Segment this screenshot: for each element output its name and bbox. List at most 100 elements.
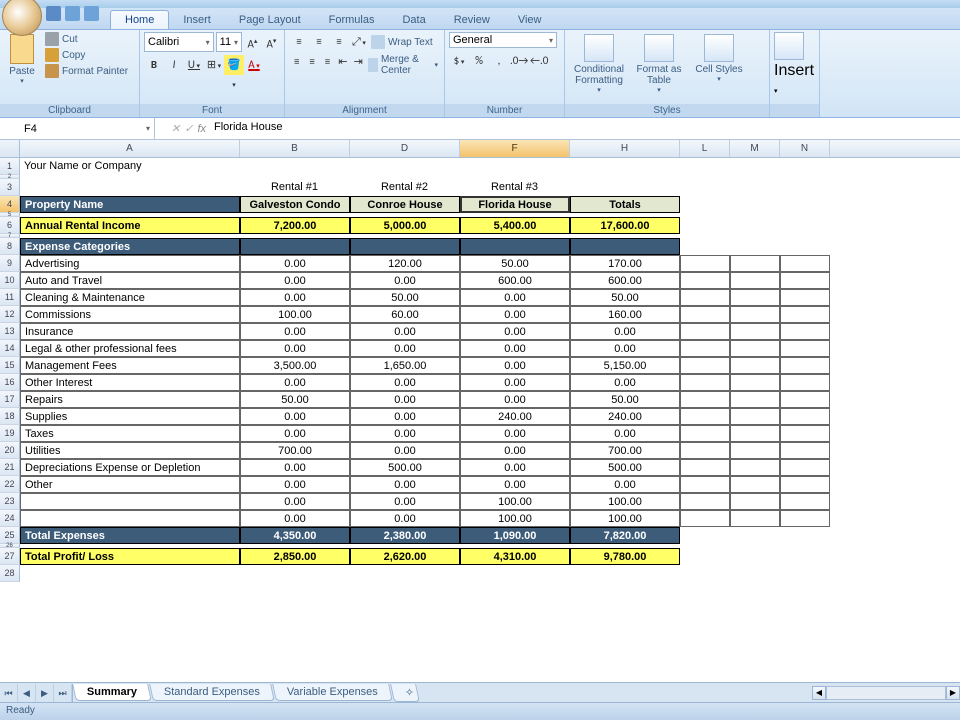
cell[interactable]	[780, 255, 830, 272]
cell[interactable]: 7,200.00	[240, 217, 350, 234]
cell[interactable]	[460, 565, 570, 582]
formula-bar[interactable]: Florida House	[210, 118, 960, 139]
shrink-font-button[interactable]: A▾	[263, 32, 280, 52]
worksheet-grid[interactable]: A B D F H L M N 1Your Name or Company23R…	[0, 140, 960, 678]
cell[interactable]	[730, 158, 780, 175]
number-format-combo[interactable]: General	[449, 32, 557, 48]
underline-button[interactable]: U	[184, 55, 204, 75]
cell[interactable]	[780, 565, 830, 582]
cell[interactable]: Taxes	[20, 425, 240, 442]
cell[interactable]	[460, 158, 570, 175]
ribbon-tab-formulas[interactable]: Formulas	[315, 11, 389, 29]
row-header[interactable]: 25	[0, 527, 20, 544]
cell[interactable]	[680, 374, 730, 391]
cell[interactable]	[780, 476, 830, 493]
row-header[interactable]: 22	[0, 476, 20, 493]
ribbon-tab-view[interactable]: View	[504, 11, 556, 29]
cell[interactable]	[730, 374, 780, 391]
cell[interactable]	[730, 565, 780, 582]
cell[interactable]: 0.00	[350, 272, 460, 289]
save-icon[interactable]	[46, 6, 61, 21]
col-header[interactable]: D	[350, 140, 460, 157]
row-header[interactable]: 23	[0, 493, 20, 510]
cell[interactable]: 0.00	[350, 476, 460, 493]
row-header[interactable]: 28	[0, 565, 20, 582]
cell[interactable]: 0.00	[240, 374, 350, 391]
cell[interactable]: 0.00	[460, 340, 570, 357]
scroll-right-button[interactable]: ▶	[946, 686, 960, 700]
cell[interactable]: 100.00	[240, 306, 350, 323]
cell[interactable]: 0.00	[460, 374, 570, 391]
fill-color-button[interactable]: 🪣	[224, 55, 244, 75]
cell[interactable]	[680, 158, 730, 175]
align-bottom-button[interactable]: ≡	[329, 32, 349, 52]
wrap-text-button[interactable]: Wrap Text	[369, 32, 435, 52]
cell[interactable]	[780, 196, 830, 213]
redo-icon[interactable]	[84, 6, 99, 21]
cell[interactable]: 170.00	[570, 255, 680, 272]
ribbon-tab-review[interactable]: Review	[440, 11, 504, 29]
cell[interactable]: Legal & other professional fees	[20, 340, 240, 357]
paste-button[interactable]: Paste ▾	[4, 32, 40, 96]
row-header[interactable]: 21	[0, 459, 20, 476]
cell[interactable]: 0.00	[460, 425, 570, 442]
cell[interactable]	[780, 179, 830, 196]
cell[interactable]	[730, 323, 780, 340]
col-header[interactable]: F	[460, 140, 570, 157]
cell[interactable]: Rental #1	[240, 179, 350, 196]
inc-decimal-button[interactable]: .0→	[509, 51, 529, 71]
cell[interactable]	[780, 510, 830, 527]
cell[interactable]	[680, 510, 730, 527]
cell[interactable]	[240, 565, 350, 582]
cell[interactable]: 0.00	[350, 493, 460, 510]
row-header[interactable]: 24	[0, 510, 20, 527]
cell[interactable]: 4,350.00	[240, 527, 350, 544]
select-all-button[interactable]	[0, 140, 20, 157]
cell[interactable]: 600.00	[570, 272, 680, 289]
col-header[interactable]: M	[730, 140, 780, 157]
cell[interactable]	[730, 476, 780, 493]
cell[interactable]: 0.00	[240, 493, 350, 510]
cell[interactable]: 0.00	[240, 255, 350, 272]
border-button[interactable]: ⊞	[204, 55, 224, 75]
cell[interactable]: 0.00	[460, 306, 570, 323]
cell[interactable]: 3,500.00	[240, 357, 350, 374]
cell[interactable]: Totals	[570, 196, 680, 213]
cell[interactable]: 0.00	[350, 442, 460, 459]
cell[interactable]	[680, 408, 730, 425]
cell[interactable]: Depreciations Expense or Depletion	[20, 459, 240, 476]
cell[interactable]	[680, 179, 730, 196]
cell[interactable]: 0.00	[460, 323, 570, 340]
cell[interactable]: Galveston Condo	[240, 196, 350, 213]
cell[interactable]	[730, 238, 780, 255]
cell[interactable]	[730, 196, 780, 213]
cell[interactable]: 2,620.00	[350, 548, 460, 565]
cell[interactable]	[350, 158, 460, 175]
cell[interactable]	[780, 391, 830, 408]
cell[interactable]: 0.00	[460, 459, 570, 476]
row-header[interactable]: 6	[0, 217, 20, 234]
cell[interactable]: 240.00	[460, 408, 570, 425]
last-sheet-button[interactable]: ⏭	[54, 684, 72, 702]
cell[interactable]	[570, 238, 680, 255]
cell-styles-button[interactable]: Cell Styles	[689, 32, 749, 94]
format-as-table-button[interactable]: Format as Table	[629, 32, 689, 94]
cell[interactable]: 0.00	[570, 340, 680, 357]
cell[interactable]: 60.00	[350, 306, 460, 323]
align-middle-button[interactable]: ≡	[309, 32, 329, 52]
inc-indent-button[interactable]: ⇥	[351, 52, 366, 72]
cell[interactable]	[730, 459, 780, 476]
cell[interactable]: 0.00	[240, 272, 350, 289]
cell[interactable]	[680, 459, 730, 476]
cell[interactable]	[680, 565, 730, 582]
font-size-combo[interactable]: 11	[216, 32, 242, 52]
name-box[interactable]: F4	[20, 118, 155, 139]
cell[interactable]	[780, 408, 830, 425]
cell[interactable]: 100.00	[570, 510, 680, 527]
align-top-button[interactable]: ≡	[289, 32, 309, 52]
cell[interactable]: 120.00	[350, 255, 460, 272]
cell[interactable]	[780, 340, 830, 357]
cell[interactable]	[730, 408, 780, 425]
cell[interactable]: 0.00	[570, 476, 680, 493]
new-sheet-button[interactable]: ✧	[390, 684, 420, 702]
